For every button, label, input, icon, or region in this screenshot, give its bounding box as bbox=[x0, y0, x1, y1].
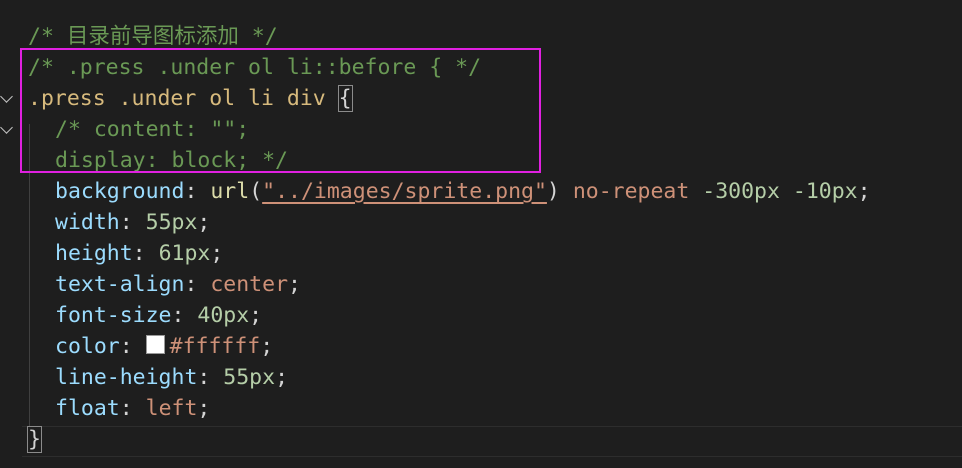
code-line-9[interactable]: text-align: center; bbox=[0, 269, 301, 300]
css-keyword: left bbox=[145, 396, 198, 421]
code-line-7[interactable]: width: 55px; bbox=[0, 207, 210, 238]
code-line-8[interactable]: height: 61px; bbox=[0, 238, 223, 269]
annotation-highlight-box bbox=[20, 48, 541, 173]
css-function: url bbox=[210, 179, 250, 204]
semicolon: ; bbox=[197, 396, 211, 421]
css-keyword: no-repeat bbox=[559, 179, 703, 204]
semicolon: ; bbox=[288, 272, 301, 297]
code-line-6[interactable]: background: url("../images/sprite.png") … bbox=[0, 176, 871, 207]
chevron-down-icon[interactable] bbox=[0, 121, 13, 134]
code-line-13[interactable]: float: left; bbox=[0, 393, 210, 424]
code-line-11[interactable]: color: #ffffff; bbox=[0, 331, 273, 362]
css-property: float bbox=[55, 396, 120, 421]
colon: : bbox=[184, 272, 211, 297]
colon: : bbox=[119, 396, 146, 421]
chevron-down-icon[interactable] bbox=[0, 90, 13, 103]
paren-close: ) bbox=[546, 179, 560, 204]
code-line-12[interactable]: line-height: 55px; bbox=[0, 362, 288, 393]
colon: : bbox=[184, 179, 211, 204]
css-property: line-height bbox=[55, 365, 198, 390]
css-number: 55px bbox=[145, 210, 198, 235]
css-property: background bbox=[55, 179, 185, 204]
css-property: text-align bbox=[55, 272, 185, 297]
semicolon: ; bbox=[275, 365, 289, 390]
color-swatch[interactable] bbox=[145, 335, 165, 354]
css-color-value: #ffffff bbox=[169, 334, 261, 359]
colon: : bbox=[132, 241, 159, 266]
semicolon: ; bbox=[197, 210, 211, 235]
semicolon: ; bbox=[857, 179, 871, 204]
colon: : bbox=[119, 210, 146, 235]
url-string-link[interactable]: "../images/sprite.png" bbox=[262, 179, 547, 204]
paren-open: ( bbox=[249, 179, 263, 204]
css-keyword: center bbox=[210, 272, 289, 297]
code-line-14[interactable]: } bbox=[0, 424, 52, 455]
semicolon: ; bbox=[249, 303, 263, 328]
close-brace: } bbox=[27, 426, 42, 453]
semicolon: ; bbox=[260, 334, 274, 359]
css-property: width bbox=[55, 210, 120, 235]
css-number: -300px -10px bbox=[702, 179, 858, 204]
css-number: 55px bbox=[223, 365, 276, 390]
css-property: height bbox=[55, 241, 133, 266]
css-number: 40px bbox=[197, 303, 250, 328]
code-editor[interactable]: /* 目录前导图标添加 */ /* .press .under ol li::b… bbox=[0, 0, 962, 468]
css-property: color bbox=[55, 334, 120, 359]
css-number: 61px bbox=[158, 241, 211, 266]
semicolon: ; bbox=[210, 241, 224, 266]
code-line-10[interactable]: font-size: 40px; bbox=[0, 300, 262, 331]
colon: : bbox=[119, 334, 146, 359]
colon: : bbox=[197, 365, 224, 390]
css-property: font-size bbox=[55, 303, 172, 328]
colon: : bbox=[171, 303, 198, 328]
current-line-highlight bbox=[22, 426, 962, 457]
